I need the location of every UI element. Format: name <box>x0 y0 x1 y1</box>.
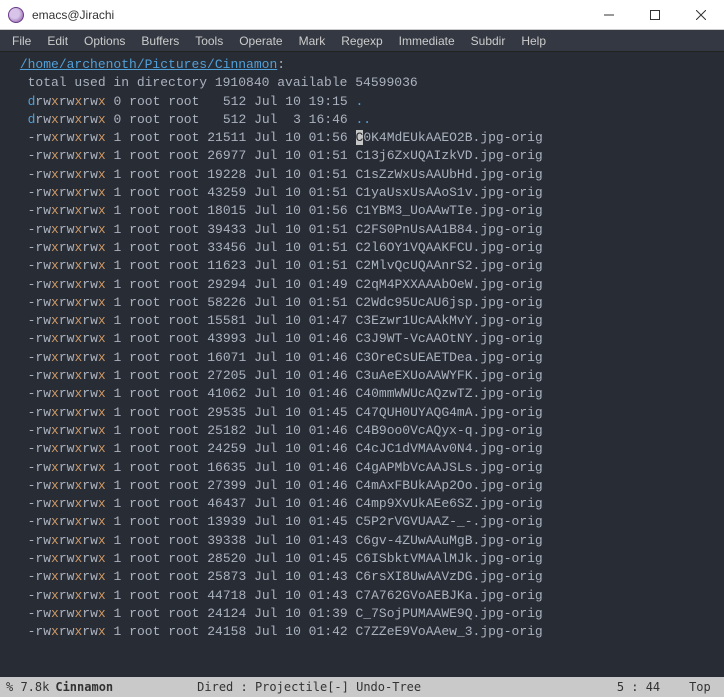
dired-entry[interactable]: -rwxrwxrwx 1 root root 11623 Jul 10 01:5… <box>2 257 722 275</box>
menu-edit[interactable]: Edit <box>39 32 76 50</box>
window-buttons <box>586 0 724 30</box>
maximize-button[interactable] <box>632 0 678 30</box>
menu-operate[interactable]: Operate <box>231 32 290 50</box>
dired-path: /home/archenoth/Pictures/Cinnamon: <box>2 56 722 74</box>
modeline-pct: % 7.8k <box>6 680 49 694</box>
dired-entry[interactable]: -rwxrwxrwx 1 root root 44718 Jul 10 01:4… <box>2 587 722 605</box>
close-button[interactable] <box>678 0 724 30</box>
dired-entry[interactable]: -rwxrwxrwx 1 root root 27205 Jul 10 01:4… <box>2 367 722 385</box>
menu-regexp[interactable]: Regexp <box>333 32 390 50</box>
dired-entry[interactable]: -rwxrwxrwx 1 root root 19228 Jul 10 01:5… <box>2 166 722 184</box>
dired-entry[interactable]: -rwxrwxrwx 1 root root 25182 Jul 10 01:4… <box>2 422 722 440</box>
dired-entry[interactable]: -rwxrwxrwx 1 root root 28520 Jul 10 01:4… <box>2 550 722 568</box>
modeline: % 7.8k Cinnamon Dired : Projectile[-] Un… <box>0 677 724 697</box>
dired-total: total used in directory 1910840 availabl… <box>2 74 722 92</box>
dired-buffer[interactable]: /home/archenoth/Pictures/Cinnamon: total… <box>0 52 724 677</box>
modeline-pos: 5 : 44 Top <box>617 680 718 694</box>
menubar: FileEditOptionsBuffersToolsOperateMarkRe… <box>0 30 724 52</box>
dired-entry[interactable]: -rwxrwxrwx 1 root root 24259 Jul 10 01:4… <box>2 440 722 458</box>
dired-entry[interactable]: -rwxrwxrwx 1 root root 16635 Jul 10 01:4… <box>2 459 722 477</box>
minimize-button[interactable] <box>586 0 632 30</box>
menu-subdir[interactable]: Subdir <box>463 32 514 50</box>
modeline-buffer: Cinnamon <box>55 680 113 694</box>
dired-entry[interactable]: -rwxrwxrwx 1 root root 27399 Jul 10 01:4… <box>2 477 722 495</box>
dired-entry[interactable]: -rwxrwxrwx 1 root root 33456 Jul 10 01:5… <box>2 239 722 257</box>
dired-entry[interactable]: drwxrwxrwx 0 root root 512 Jul 3 16:46 .… <box>2 111 722 129</box>
menu-buffers[interactable]: Buffers <box>133 32 187 50</box>
menu-help[interactable]: Help <box>513 32 554 50</box>
window-title: emacs@Jirachi <box>32 8 114 22</box>
dired-entry[interactable]: -rwxrwxrwx 1 root root 16071 Jul 10 01:4… <box>2 349 722 367</box>
menu-mark[interactable]: Mark <box>291 32 334 50</box>
dired-entry[interactable]: -rwxrwxrwx 1 root root 24158 Jul 10 01:4… <box>2 623 722 641</box>
dired-entry[interactable]: -rwxrwxrwx 1 root root 15581 Jul 10 01:4… <box>2 312 722 330</box>
emacs-icon <box>8 7 24 23</box>
dired-entry[interactable]: -rwxrwxrwx 1 root root 39433 Jul 10 01:5… <box>2 221 722 239</box>
dired-entry[interactable]: -rwxrwxrwx 1 root root 29294 Jul 10 01:4… <box>2 276 722 294</box>
menu-immediate[interactable]: Immediate <box>391 32 463 50</box>
dired-entry[interactable]: -rwxrwxrwx 1 root root 24124 Jul 10 01:3… <box>2 605 722 623</box>
dired-entry[interactable]: -rwxrwxrwx 1 root root 39338 Jul 10 01:4… <box>2 532 722 550</box>
dired-entry[interactable]: -rwxrwxrwx 1 root root 18015 Jul 10 01:5… <box>2 202 722 220</box>
dired-entry[interactable]: -rwxrwxrwx 1 root root 43259 Jul 10 01:5… <box>2 184 722 202</box>
dired-entry[interactable]: -rwxrwxrwx 1 root root 13939 Jul 10 01:4… <box>2 513 722 531</box>
dired-entry[interactable]: -rwxrwxrwx 1 root root 58226 Jul 10 01:5… <box>2 294 722 312</box>
dired-entry[interactable]: drwxrwxrwx 0 root root 512 Jul 10 19:15 … <box>2 93 722 111</box>
dired-entry[interactable]: -rwxrwxrwx 1 root root 41062 Jul 10 01:4… <box>2 385 722 403</box>
dired-entry[interactable]: -rwxrwxrwx 1 root root 43993 Jul 10 01:4… <box>2 330 722 348</box>
menu-options[interactable]: Options <box>76 32 133 50</box>
dired-entry[interactable]: -rwxrwxrwx 1 root root 26977 Jul 10 01:5… <box>2 147 722 165</box>
dired-entry[interactable]: -rwxrwxrwx 1 root root 46437 Jul 10 01:4… <box>2 495 722 513</box>
menu-file[interactable]: File <box>4 32 39 50</box>
dired-entry[interactable]: -rwxrwxrwx 1 root root 29535 Jul 10 01:4… <box>2 404 722 422</box>
modeline-modes: Dired : Projectile[-] Undo-Tree <box>197 680 421 694</box>
dired-entry[interactable]: -rwxrwxrwx 1 root root 21511 Jul 10 01:5… <box>2 129 722 147</box>
titlebar: emacs@Jirachi <box>0 0 724 30</box>
dired-entry[interactable]: -rwxrwxrwx 1 root root 25873 Jul 10 01:4… <box>2 568 722 586</box>
menu-tools[interactable]: Tools <box>187 32 231 50</box>
